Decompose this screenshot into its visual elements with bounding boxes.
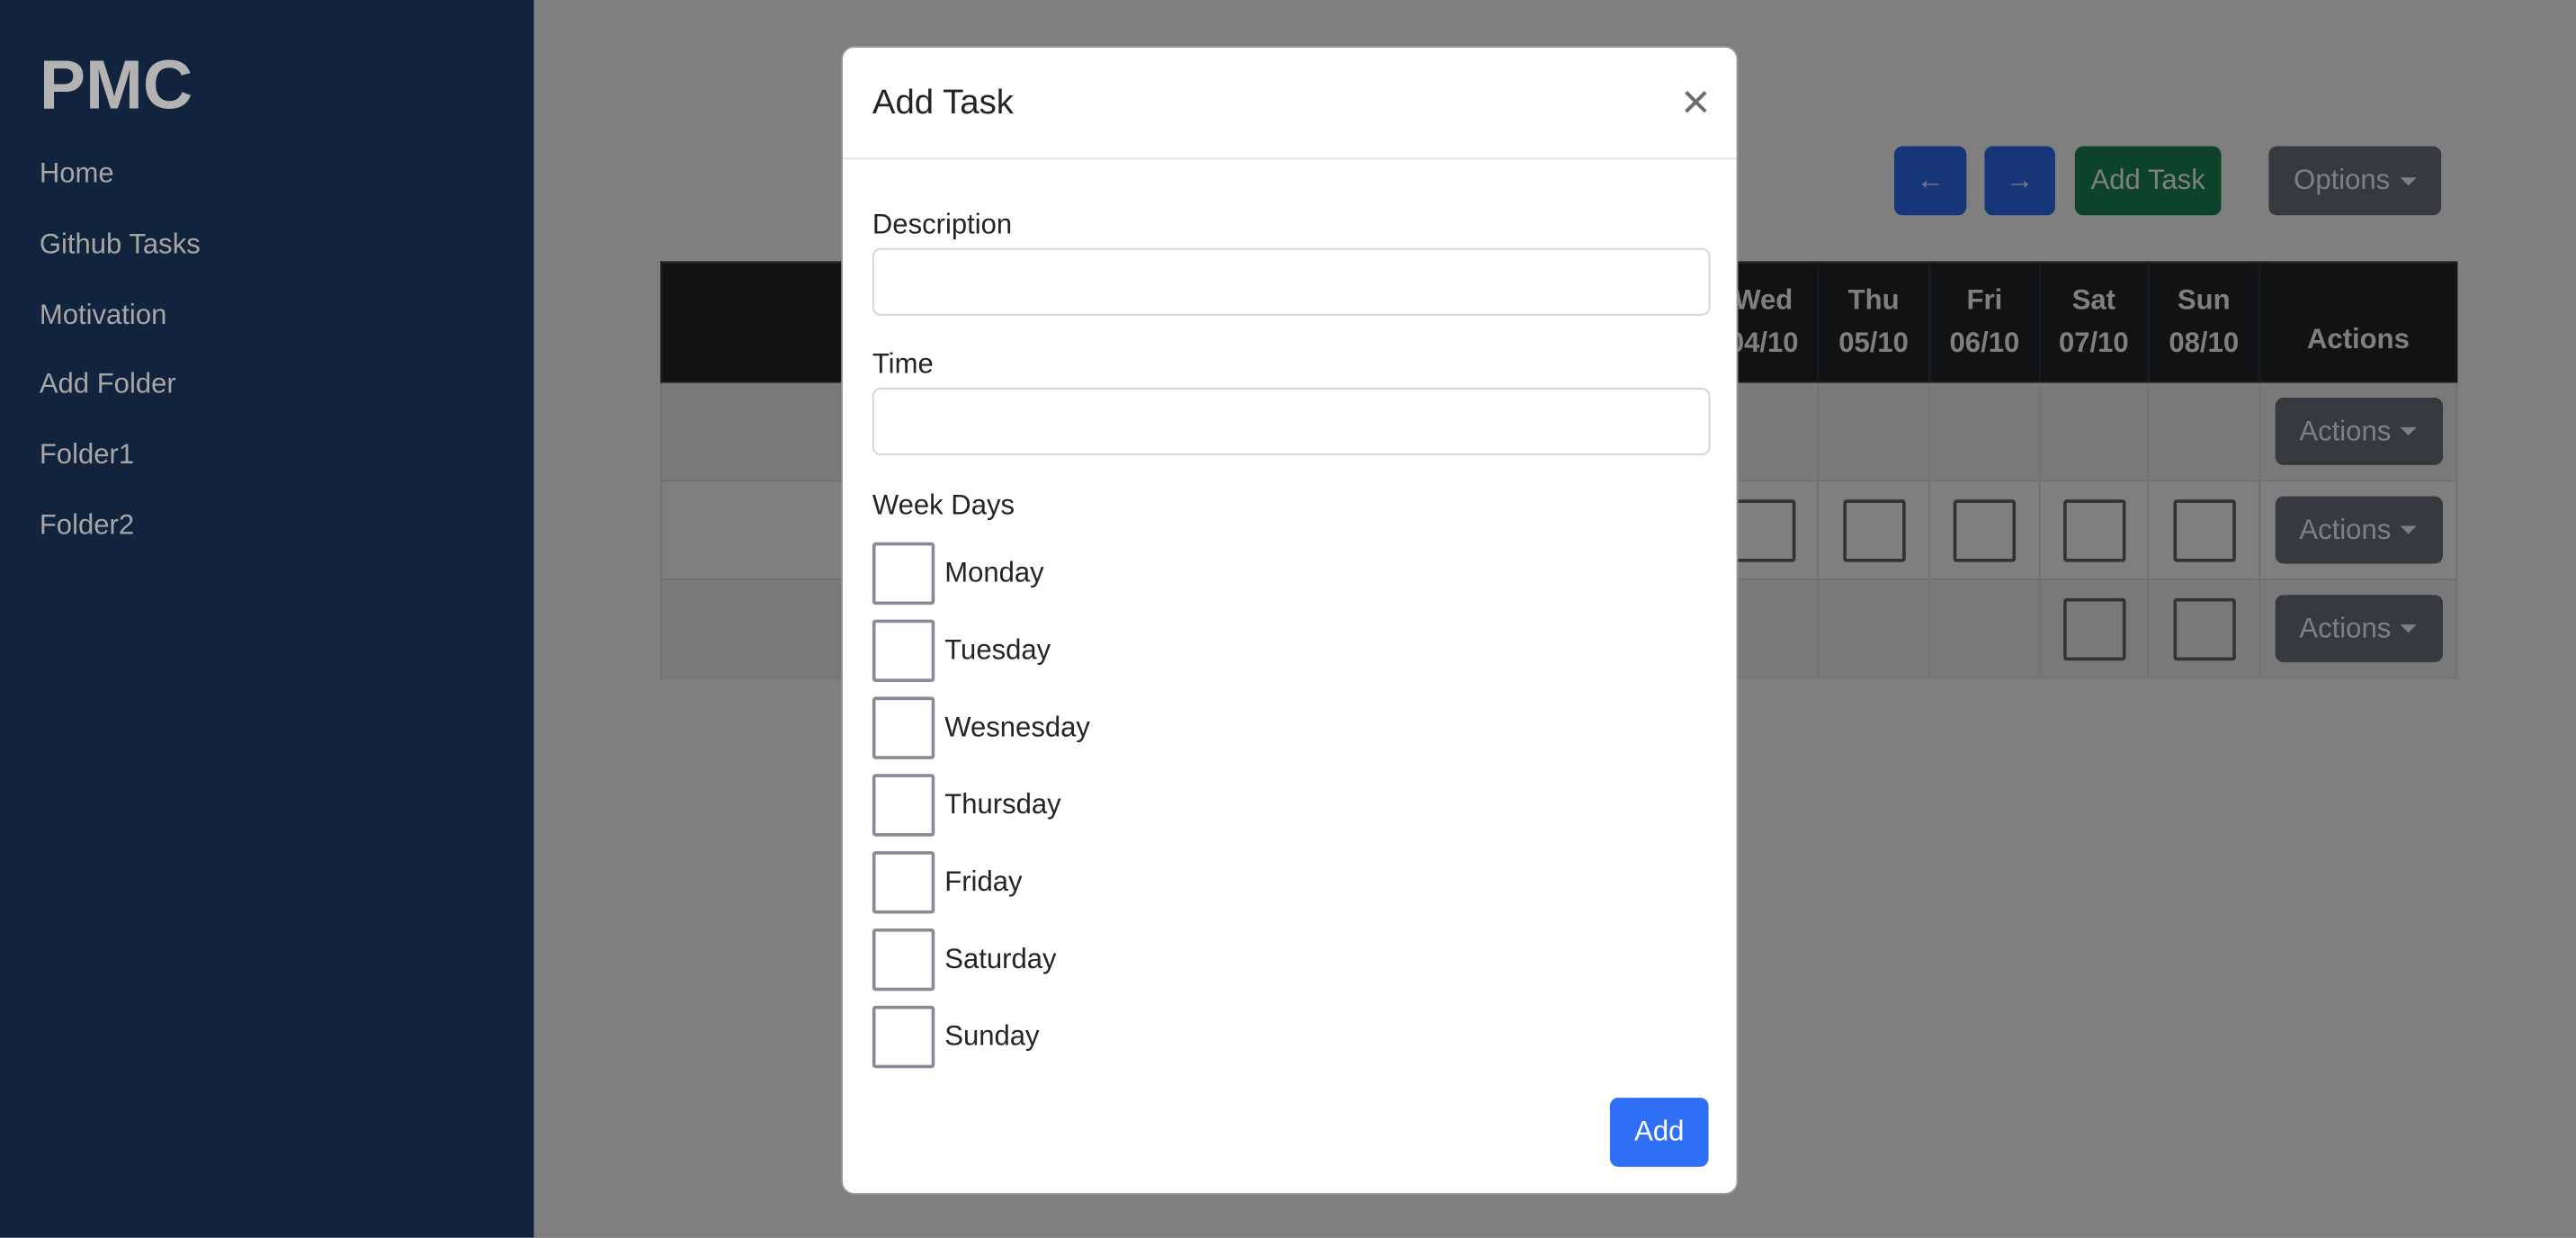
wednesday-checkbox[interactable]: Wesnesday — [872, 696, 1090, 759]
sidebar-item-add-folder[interactable]: Add Folder — [40, 368, 176, 401]
sidebar-item-github-tasks[interactable]: Github Tasks — [40, 229, 201, 262]
close-icon[interactable]: × — [1681, 78, 1710, 128]
friday-checkbox[interactable]: Friday — [872, 851, 1023, 914]
modal-header: Add Task × — [842, 48, 1737, 160]
time-input[interactable] — [872, 388, 1711, 455]
week-days-label: Week Days — [872, 489, 1015, 522]
description-label: Description — [872, 208, 1013, 240]
sidebar-item-folder2[interactable]: Folder2 — [40, 509, 134, 543]
saturday-checkbox[interactable]: Saturday — [872, 928, 1057, 991]
sidebar-item-home[interactable]: Home — [40, 157, 114, 191]
sidebar-item-folder1[interactable]: Folder1 — [40, 439, 134, 472]
time-label: Time — [872, 348, 934, 380]
monday-checkbox[interactable]: Monday — [872, 542, 1044, 606]
add-task-modal: Add Task × Description Time Week Days Mo… — [841, 46, 1739, 1195]
thursday-checkbox[interactable]: Thursday — [872, 774, 1061, 837]
modal-title: Add Task — [872, 84, 1014, 122]
sunday-checkbox[interactable]: Sunday — [872, 1005, 1040, 1069]
sidebar: PMC Home Github Tasks Motivation Add Fol… — [0, 0, 534, 1238]
add-button[interactable]: Add — [1609, 1098, 1709, 1167]
tuesday-checkbox[interactable]: Tuesday — [872, 619, 1051, 682]
sidebar-item-motivation[interactable]: Motivation — [40, 299, 167, 332]
description-input[interactable] — [872, 247, 1711, 316]
brand-logo: PMC — [39, 46, 193, 123]
